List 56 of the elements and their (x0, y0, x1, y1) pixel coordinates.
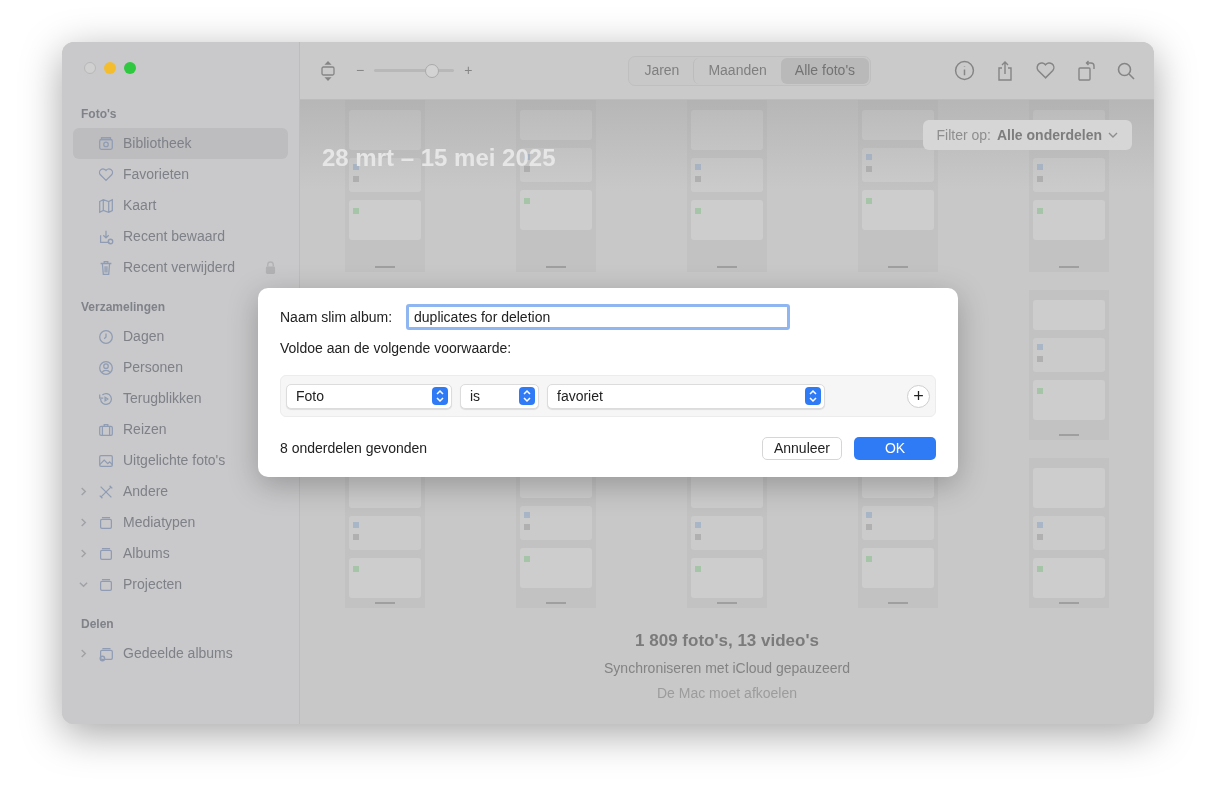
sidebar-item[interactable]: Bibliotheek (73, 128, 288, 159)
sidebar-item[interactable]: Albums (73, 538, 288, 569)
stepper-arrows-icon (805, 387, 821, 405)
library-count: 1 809 foto's, 13 video's (635, 630, 819, 652)
sidebar-item[interactable]: Kaart (73, 190, 288, 221)
disclosure-chevron-icon[interactable] (79, 487, 88, 496)
heart-icon (97, 165, 115, 184)
result-count: 8 onderdelen gevonden (280, 439, 428, 458)
sync-status: Synchroniseren met iCloud gepauzeerd (604, 658, 850, 678)
sidebar-item[interactable]: Mediatypen (73, 507, 288, 538)
disclosure-chevron-icon[interactable] (79, 649, 88, 658)
stepper-arrows-icon (519, 387, 535, 405)
sidebar-item[interactable]: Gedeelde albums (73, 638, 288, 669)
heart-icon[interactable] (1035, 60, 1056, 81)
cancel-button[interactable]: Annuleer (761, 437, 842, 460)
sidebar-item[interactable]: Recent bewaard (73, 221, 288, 252)
search-icon[interactable] (1116, 60, 1136, 81)
rule-popup[interactable]: is (460, 383, 539, 409)
rule-popup[interactable]: Foto (286, 383, 452, 409)
filter-label: Filter op: (936, 125, 991, 145)
minimize-window-button[interactable] (104, 62, 116, 74)
stepper-arrows-icon (432, 387, 448, 405)
disclosure-chevron-icon[interactable] (79, 549, 88, 558)
chevron-down-icon (1108, 132, 1118, 138)
info-icon[interactable] (954, 60, 975, 81)
zoom-slider[interactable] (374, 62, 455, 79)
sidebar-item[interactable]: Favorieten (73, 159, 288, 190)
disclosure-chevron-icon[interactable] (79, 580, 88, 589)
sidebar-item[interactable]: Projecten (73, 569, 288, 600)
sidebar-item[interactable]: Terugblikken (73, 383, 288, 414)
add-rule-button[interactable]: + (907, 384, 930, 408)
rotate-icon[interactable] (1076, 59, 1096, 82)
share-icon[interactable] (995, 59, 1015, 82)
zoom-in-label[interactable]: + (464, 60, 473, 81)
map-icon (97, 196, 115, 215)
photo-library-icon (97, 134, 115, 153)
disclosure-chevron-icon[interactable] (79, 518, 88, 527)
view-tab[interactable]: Maanden (693, 57, 781, 84)
album-name-label: Naam slim album: (280, 307, 393, 327)
zoom-out-label[interactable]: − (356, 60, 365, 81)
filter-value: Alle onderdelen (996, 125, 1102, 145)
view-tab[interactable]: Jaren (630, 57, 694, 84)
clock-icon (97, 327, 115, 346)
sidebar-section-title: Verzamelingen (80, 299, 167, 316)
zoom-window-button[interactable] (124, 62, 136, 74)
view-tab[interactable]: Alle foto's (780, 57, 870, 84)
sidebar-item[interactable]: Recent verwijderd (73, 252, 288, 283)
sidebar-section-title: Foto's (80, 106, 118, 123)
filter-button[interactable]: Filter op: Alle onderdelen (922, 120, 1132, 150)
album-name-field[interactable]: duplicates for deletion (406, 304, 791, 330)
aspect-toggle-icon[interactable] (318, 60, 338, 81)
rule-popup[interactable]: favoriet (547, 383, 825, 409)
sidebar-section-title: Delen (80, 616, 115, 633)
sidebar-item[interactable]: Andere (73, 476, 288, 507)
ok-button[interactable]: OK (854, 437, 936, 460)
person-icon (97, 358, 115, 377)
